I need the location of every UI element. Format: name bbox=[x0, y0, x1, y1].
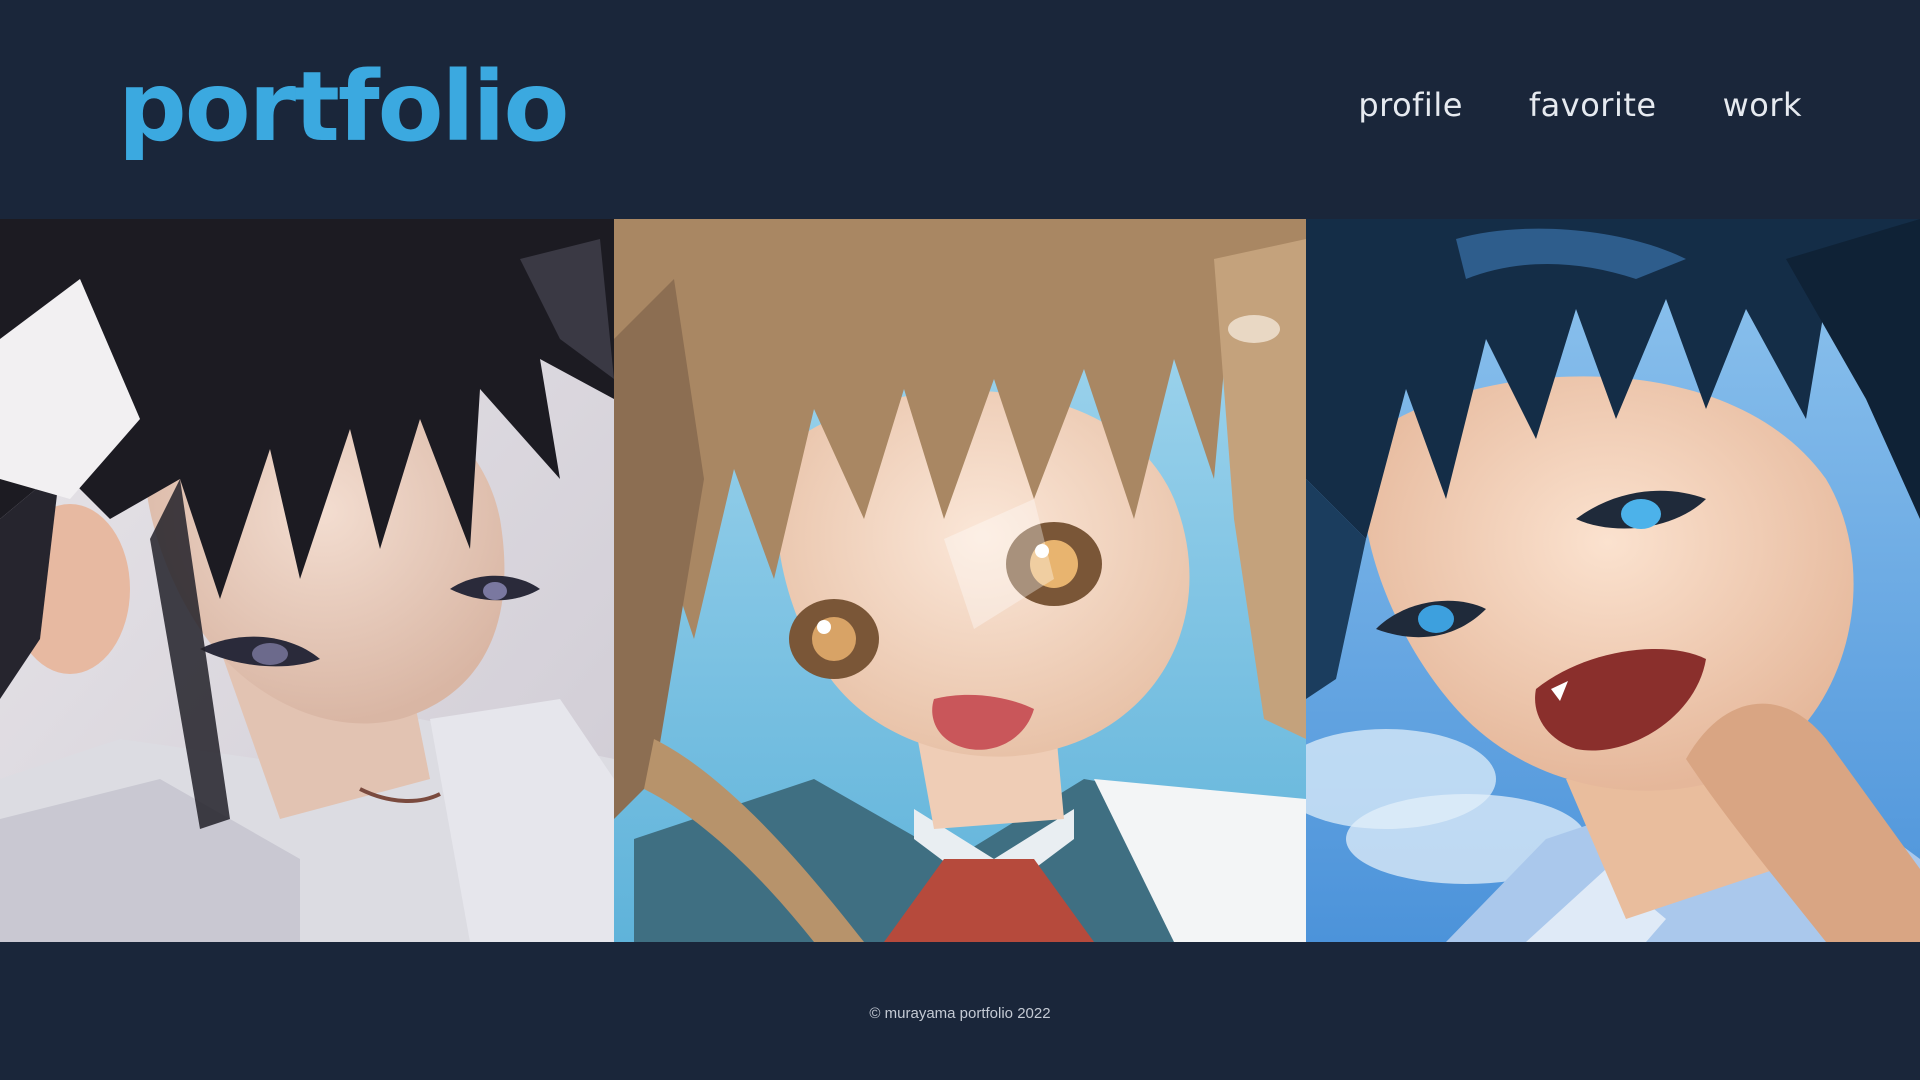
footer-copyright: © murayama portfolio 2022 bbox=[869, 1005, 1051, 1022]
illustration-boy-black-hair-image bbox=[0, 219, 614, 942]
main-nav: profile favorite work bbox=[1358, 86, 1802, 124]
illustration-boy-black-hair[interactable] bbox=[0, 219, 614, 942]
illustration-girl-twintails-image bbox=[614, 219, 1306, 942]
illustration-gallery bbox=[0, 219, 1920, 942]
nav-work-link[interactable]: work bbox=[1723, 86, 1802, 124]
page: portfolio profile favorite work © muraya… bbox=[0, 0, 1920, 1080]
nav-favorite-link[interactable]: favorite bbox=[1529, 86, 1657, 124]
logo[interactable]: portfolio bbox=[118, 52, 569, 163]
illustration-boy-blue-hair[interactable] bbox=[1306, 219, 1920, 942]
illustration-girl-twintails[interactable] bbox=[614, 219, 1306, 942]
nav-profile-link[interactable]: profile bbox=[1358, 86, 1463, 124]
illustration-boy-blue-hair-image bbox=[1306, 219, 1920, 942]
